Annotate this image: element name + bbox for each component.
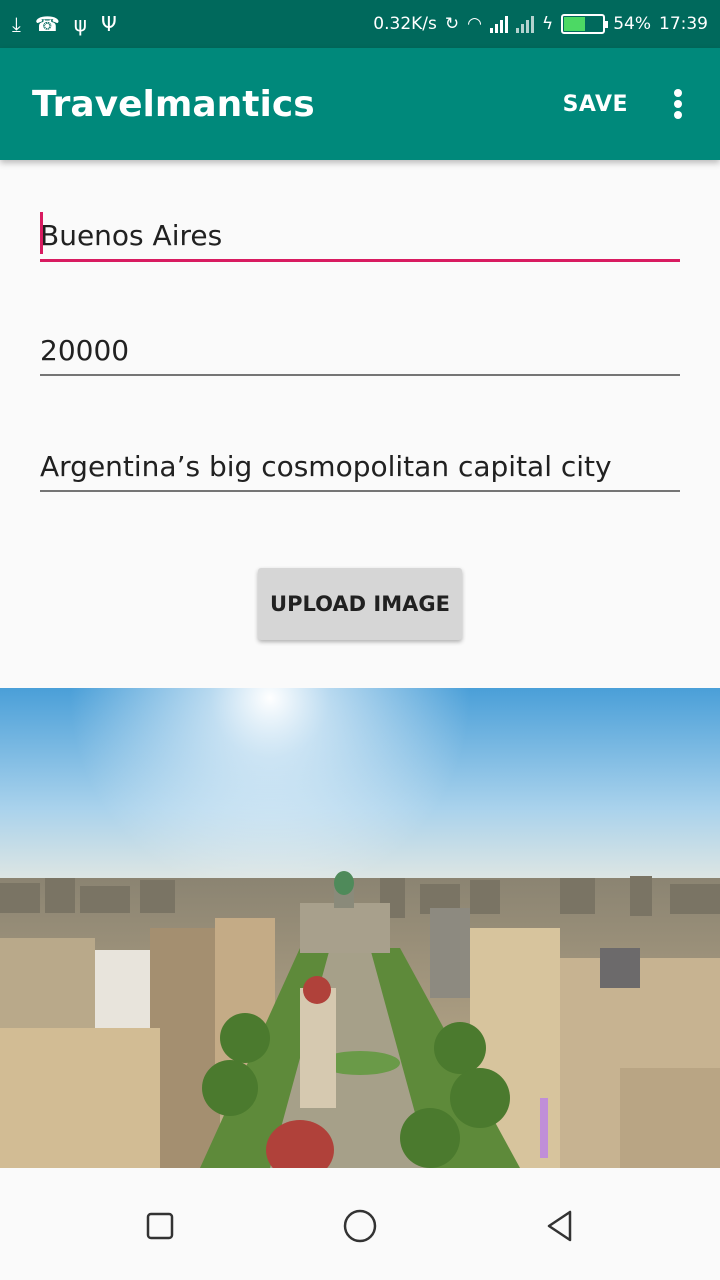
app-title: Travelmantics <box>32 83 315 125</box>
app-bar: Travelmantics SAVE <box>0 48 720 160</box>
wifi-icon: ◠ <box>467 14 482 34</box>
battery-percent: 54% <box>613 14 651 34</box>
save-button[interactable]: SAVE <box>563 92 628 117</box>
price-field[interactable] <box>40 326 680 376</box>
home-circle-icon[interactable] <box>338 1204 382 1248</box>
missed-call-icon: ☎ <box>34 12 60 36</box>
overflow-menu-icon[interactable] <box>668 84 688 124</box>
battery-icon <box>561 14 609 34</box>
notification-icons: ⤓ ☎ ψ Ψ <box>12 14 117 34</box>
description-field[interactable] <box>40 442 680 492</box>
network-speed: 0.32K/s <box>373 14 437 34</box>
title-field[interactable] <box>40 212 680 262</box>
usb-debug-icon: Ψ <box>100 12 117 36</box>
clock: 17:39 <box>659 14 708 34</box>
recents-square-icon[interactable] <box>138 1204 182 1248</box>
text-cursor <box>40 212 43 254</box>
back-triangle-icon[interactable] <box>538 1204 582 1248</box>
usb-icon: ψ <box>73 12 87 36</box>
city-skyline-image <box>0 688 720 1168</box>
sync-icon: ↻ <box>444 14 460 34</box>
status-bar: ⤓ ☎ ψ Ψ 0.32K/s ↻ ◠ ϟ 54% 17:39 <box>0 0 720 48</box>
navigation-bar <box>0 1168 720 1280</box>
signal-icon <box>489 15 508 33</box>
charging-icon: ϟ <box>541 14 554 34</box>
battery-fill <box>564 17 586 31</box>
upload-image-button[interactable]: UPLOAD IMAGE <box>258 568 462 640</box>
deal-image <box>0 688 720 1168</box>
download-icon: ⤓ <box>12 12 21 36</box>
signal-2-icon <box>515 15 534 33</box>
